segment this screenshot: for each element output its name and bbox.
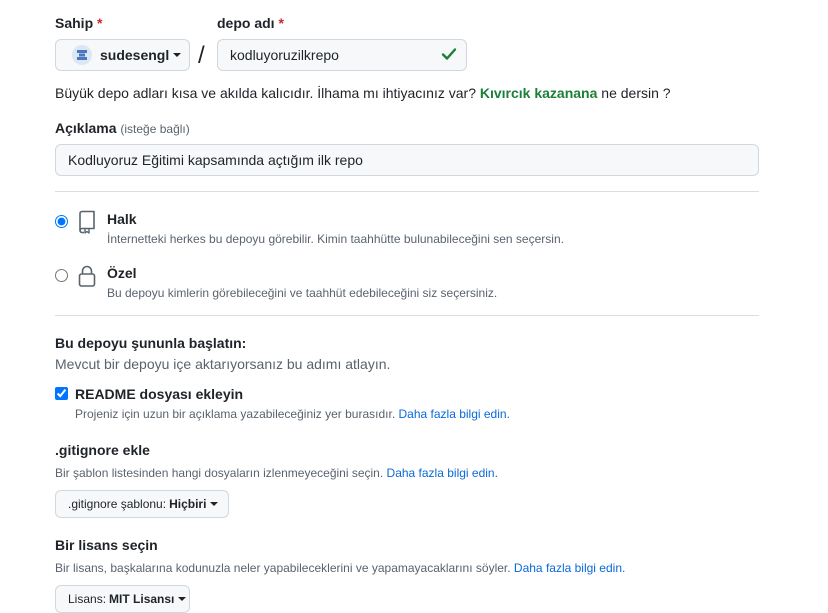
license-dropdown-value: MIT Lisansı xyxy=(109,592,175,606)
divider xyxy=(55,315,759,316)
repo-name-label: depo adı * xyxy=(217,15,284,31)
readme-label[interactable]: README dosyası ekleyin xyxy=(75,386,243,402)
name-suggestion-link[interactable]: Kıvırcık kazanana xyxy=(480,85,598,101)
gitignore-description: Bir şablon listesinden hangi dosyaların … xyxy=(55,466,498,480)
description-label: Açıklama (isteğe bağlı) xyxy=(55,120,190,136)
divider xyxy=(55,191,759,192)
public-title: Halk xyxy=(107,211,137,227)
license-description: Bir lisans, başkalarına kodunuzla neler … xyxy=(55,561,625,575)
readme-description-text: Projeniz için uzun bir açıklama yazabile… xyxy=(75,407,396,421)
init-subtitle: Mevcut bir depoyu içe aktarıyorsanız bu … xyxy=(55,356,391,372)
lock-icon xyxy=(78,265,96,287)
hint-suffix: ne dersin ? xyxy=(601,85,671,101)
chevron-down-icon xyxy=(178,597,187,601)
license-dropdown[interactable]: Lisans: MIT Lisansı xyxy=(55,585,190,613)
readme-checkbox[interactable] xyxy=(55,387,68,400)
owner-repo-separator: / xyxy=(198,42,205,69)
license-dropdown-label: Lisans: xyxy=(68,592,107,606)
readme-description: Projeniz için uzun bir açıklama yazabile… xyxy=(75,407,510,421)
init-title: Bu depoyu şununla başlatın: xyxy=(55,335,247,351)
description-input[interactable] xyxy=(55,144,759,176)
private-title: Özel xyxy=(107,265,137,281)
license-title: Bir lisans seçin xyxy=(55,537,158,553)
owner-label-text: Sahip xyxy=(55,15,94,31)
owner-required-mark: * xyxy=(97,15,103,31)
avatar-icon xyxy=(77,50,87,60)
hint-text: Büyük depo adları kısa ve akılda kalıcıd… xyxy=(55,85,476,101)
check-icon xyxy=(441,48,457,60)
gitignore-title: .gitignore ekle xyxy=(55,442,150,458)
repo-name-label-text: depo adı xyxy=(217,15,275,31)
chevron-down-icon xyxy=(173,53,182,57)
gitignore-dropdown-value: Hiçbiri xyxy=(169,497,207,511)
readme-learn-more-link[interactable]: Daha fazla bilgi edin. xyxy=(399,407,510,421)
private-description: Bu depoyu kimlerin görebileceğini ve taa… xyxy=(107,286,498,300)
owner-name: sudesengl xyxy=(100,47,170,63)
repo-name-hint: Büyük depo adları kısa ve akılda kalıcıd… xyxy=(55,85,671,101)
gitignore-template-dropdown[interactable]: .gitignore şablonu: Hiçbiri xyxy=(55,490,229,518)
license-learn-more-link[interactable]: Daha fazla bilgi edin. xyxy=(514,561,625,575)
description-label-text: Açıklama xyxy=(55,120,117,136)
optional-note: (isteğe bağlı) xyxy=(120,122,190,136)
gitignore-learn-more-link[interactable]: Daha fazla bilgi edin. xyxy=(387,466,498,480)
repo-book-icon xyxy=(79,210,95,234)
owner-label: Sahip * xyxy=(55,15,102,31)
repo-required-mark: * xyxy=(278,15,284,31)
gitignore-description-text: Bir şablon listesinden hangi dosyaların … xyxy=(55,466,384,480)
avatar xyxy=(72,45,92,65)
license-description-text: Bir lisans, başkalarına kodunuzla neler … xyxy=(55,561,511,575)
public-radio[interactable] xyxy=(55,215,68,228)
private-radio[interactable] xyxy=(55,269,68,282)
owner-select-button[interactable]: sudesengl xyxy=(55,39,190,71)
chevron-down-icon xyxy=(210,502,219,506)
public-description: İnternetteki herkes bu depoyu görebilir.… xyxy=(107,232,564,246)
gitignore-dropdown-label: .gitignore şablonu: xyxy=(68,497,167,511)
repo-name-input[interactable] xyxy=(217,39,467,71)
